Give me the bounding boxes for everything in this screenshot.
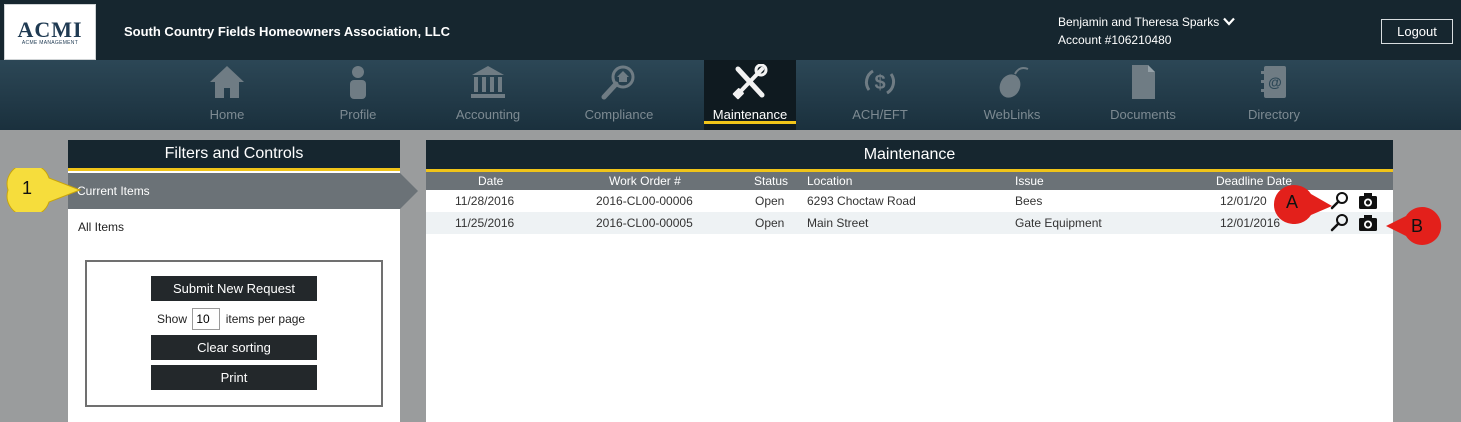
cell-status: Open bbox=[755, 194, 785, 208]
table-header: Date Work Order # Status Location Issue … bbox=[426, 172, 1393, 190]
nav-item-documents[interactable]: Documents bbox=[1097, 60, 1189, 130]
column-status[interactable]: Status bbox=[754, 174, 788, 188]
logo-subtext: Acme Management bbox=[21, 40, 79, 46]
address-book-icon: @ bbox=[1261, 66, 1286, 98]
nav-label: Profile bbox=[339, 107, 377, 122]
logout-button[interactable]: Logout bbox=[1381, 19, 1453, 44]
nav-item-maintenance[interactable]: Maintenance bbox=[704, 60, 796, 130]
bank-icon bbox=[471, 66, 505, 98]
submit-new-request-button[interactable]: Submit New Request bbox=[151, 276, 317, 301]
filter-current-items[interactable]: Current Items bbox=[68, 173, 400, 209]
cell-status: Open bbox=[755, 216, 785, 230]
cell-deadline: 12/01/20 bbox=[1220, 194, 1267, 208]
nav-item-directory[interactable]: @ Directory bbox=[1228, 60, 1320, 130]
cell-issue: Gate Equipment bbox=[1015, 216, 1102, 230]
maintenance-title: Maintenance bbox=[426, 140, 1393, 172]
callout-label-1: 1 bbox=[22, 178, 33, 198]
cell-date: 11/25/2016 bbox=[455, 216, 515, 230]
cell-work-order: 2016-CL00-00006 bbox=[596, 194, 693, 208]
controls-box: Submit New Request Show items per page C… bbox=[85, 260, 383, 407]
items-per-page-control: Show items per page bbox=[157, 308, 305, 330]
nav-label: Accounting bbox=[455, 107, 521, 122]
top-bar: ACMI Acme Management South Country Field… bbox=[0, 0, 1461, 60]
maintenance-panel: Maintenance Date Work Order # Status Loc… bbox=[426, 140, 1393, 422]
items-per-page-input[interactable] bbox=[192, 308, 221, 330]
main-navigation: Home Profile Accounting Compliance Maint… bbox=[0, 60, 1461, 130]
cell-location: 6293 Choctaw Road bbox=[807, 194, 916, 208]
svg-text:$: $ bbox=[874, 72, 885, 94]
column-work-order[interactable]: Work Order # bbox=[609, 174, 681, 188]
nav-item-ach-eft[interactable]: $ ACH/EFT bbox=[834, 60, 926, 130]
table-row[interactable]: 11/25/2016 2016-CL00-00005 Open Main Str… bbox=[426, 212, 1393, 234]
clear-sorting-button[interactable]: Clear sorting bbox=[151, 335, 317, 360]
nav-item-home[interactable]: Home bbox=[181, 60, 273, 130]
magnifier-house-icon bbox=[601, 65, 635, 100]
cell-work-order: 2016-CL00-00005 bbox=[596, 216, 693, 230]
nav-item-accounting[interactable]: Accounting bbox=[442, 60, 534, 130]
chevron-down-icon[interactable] bbox=[1223, 13, 1236, 31]
per-page-label: items per page bbox=[225, 312, 306, 326]
cell-issue: Bees bbox=[1015, 194, 1043, 208]
callout-label-b: B bbox=[1411, 216, 1424, 236]
filters-panel: Filters and Controls Current Items All I… bbox=[68, 140, 400, 422]
callout-label-a: A bbox=[1286, 192, 1299, 212]
tools-icon bbox=[732, 64, 768, 100]
table-row[interactable]: 11/28/2016 2016-CL00-00006 Open 6293 Cho… bbox=[426, 190, 1393, 212]
column-issue[interactable]: Issue bbox=[1015, 174, 1044, 188]
account-menu[interactable]: Benjamin and Theresa Sparks Account #106… bbox=[1058, 13, 1236, 49]
column-date[interactable]: Date bbox=[478, 174, 503, 188]
document-icon bbox=[1132, 65, 1155, 99]
company-logo[interactable]: ACMI Acme Management bbox=[4, 4, 96, 60]
nav-label: Documents bbox=[1110, 107, 1176, 122]
column-location[interactable]: Location bbox=[807, 174, 852, 188]
profile-icon bbox=[350, 66, 366, 99]
cell-location: Main Street bbox=[807, 216, 869, 230]
nav-label: Directory bbox=[1247, 107, 1300, 122]
current-items-arrow bbox=[400, 173, 418, 209]
show-label: Show bbox=[157, 312, 188, 326]
callout-marker-1 bbox=[6, 168, 82, 212]
nav-item-weblinks[interactable]: WebLinks bbox=[966, 60, 1058, 130]
home-icon bbox=[210, 66, 244, 98]
nav-label: ACH/EFT bbox=[852, 107, 908, 122]
filter-all-items[interactable]: All Items bbox=[78, 220, 124, 234]
svg-text:@: @ bbox=[1268, 74, 1282, 90]
logo-text: ACMI bbox=[17, 17, 83, 42]
nav-label: Compliance bbox=[584, 107, 654, 122]
account-number: Account #106210480 bbox=[1058, 33, 1172, 47]
user-name: Benjamin and Theresa Sparks bbox=[1058, 15, 1220, 29]
callout-marker-a bbox=[1273, 185, 1332, 224]
camera-icon[interactable] bbox=[1358, 213, 1378, 233]
nav-label: WebLinks bbox=[983, 107, 1041, 122]
dollar-cycle-icon: $ bbox=[864, 69, 896, 95]
nav-label: Home bbox=[209, 107, 245, 122]
filters-title: Filters and Controls bbox=[68, 140, 400, 171]
cell-date: 11/28/2016 bbox=[455, 194, 515, 208]
mouse-icon bbox=[999, 67, 1029, 98]
nav-label: Maintenance bbox=[712, 107, 788, 122]
print-button[interactable]: Print bbox=[151, 365, 317, 390]
nav-item-compliance[interactable]: Compliance bbox=[573, 60, 665, 130]
association-name: South Country Fields Homeowners Associat… bbox=[124, 24, 450, 39]
nav-item-profile[interactable]: Profile bbox=[312, 60, 404, 130]
camera-icon[interactable] bbox=[1358, 191, 1378, 211]
